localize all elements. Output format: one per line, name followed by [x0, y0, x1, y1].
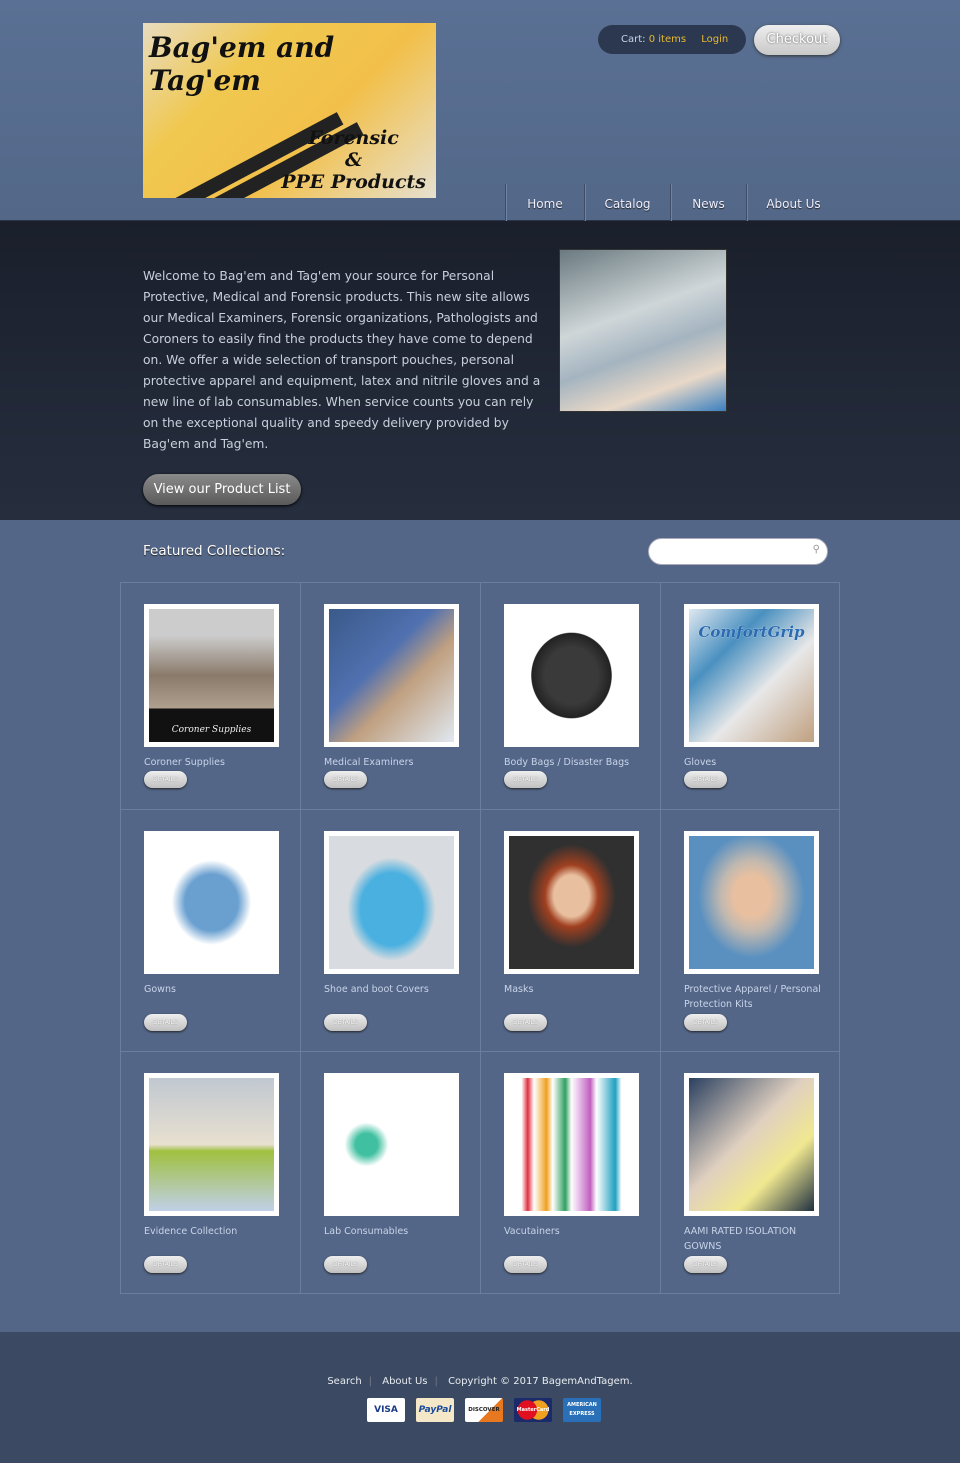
collection-name[interactable]: Protective Apparel / Personal Protection…	[684, 982, 824, 1012]
collection-item: Lab Consumables DETAILS	[300, 1052, 480, 1293]
collection-item: AAMI RATED ISOLATION GOWNS DETAILS	[660, 1052, 841, 1293]
copyright: Copyright © 2017 BagemAndTagem.	[448, 1376, 633, 1387]
details-button[interactable]: DETAILS	[504, 771, 547, 788]
cart-bar: Cart: 0 items Login	[598, 25, 746, 54]
details-button[interactable]: DETAILS	[504, 1256, 547, 1273]
footer: Search | About Us | Copyright © 2017 Bagem…	[0, 1332, 960, 1463]
collection-name[interactable]: Lab Consumables	[324, 1224, 464, 1239]
search-input[interactable]: ⚲	[648, 538, 828, 565]
collection-name[interactable]: Body Bags / Disaster Bags	[504, 755, 644, 770]
collection-image[interactable]	[504, 831, 639, 974]
footer-about-link[interactable]: About Us	[382, 1376, 427, 1387]
collection-item: ComfortGrip Gloves DETAILS	[660, 583, 841, 809]
login-link[interactable]: Login	[701, 34, 728, 45]
welcome-text: Welcome to Bag'em and Tag'em your source…	[143, 269, 541, 451]
collection-image[interactable]	[324, 831, 459, 974]
details-button[interactable]: DETAILS	[684, 771, 727, 788]
featured-title: Featured Collections:	[143, 543, 286, 559]
collections-grid: Coroner Supplies Coroner Supplies DETAIL…	[120, 582, 841, 1294]
collection-image[interactable]	[684, 831, 819, 974]
details-button[interactable]: DETAILS	[324, 1014, 367, 1031]
collections-row: Evidence Collection DETAILS Lab Consumab…	[120, 1052, 841, 1294]
logo[interactable]: Bag'em and Tag'em Forensic & PPE Products	[143, 23, 436, 198]
details-button[interactable]: DETAILS	[684, 1014, 727, 1031]
collection-image[interactable]	[324, 604, 459, 747]
details-button[interactable]: DETAILS	[324, 771, 367, 788]
collection-name[interactable]: Masks	[504, 982, 644, 997]
search-icon[interactable]: ⚲	[813, 544, 820, 555]
image-caption: Coroner Supplies	[149, 724, 274, 736]
collection-image[interactable]	[684, 1073, 819, 1216]
amex-icon: AMERICAN EXPRESS	[563, 1398, 601, 1422]
hero-image	[559, 249, 727, 412]
details-button[interactable]: DETAILS	[324, 1256, 367, 1273]
collection-item: Coroner Supplies Coroner Supplies DETAIL…	[120, 583, 300, 809]
collections-row: Coroner Supplies Coroner Supplies DETAIL…	[120, 583, 841, 810]
collection-name[interactable]: Gloves	[684, 755, 824, 770]
collection-item: Vacutainers DETAILS	[480, 1052, 660, 1293]
collection-image[interactable]	[144, 831, 279, 974]
collection-image[interactable]: ComfortGrip	[684, 604, 819, 747]
footer-search-link[interactable]: Search	[327, 1376, 361, 1387]
checkout-button[interactable]: Checkout	[754, 25, 840, 55]
collection-item: Medical Examiners DETAILS	[300, 583, 480, 809]
details-button[interactable]: DETAILS	[144, 771, 187, 788]
mastercard-icon: MasterCard	[514, 1398, 552, 1422]
nav-home[interactable]: Home	[505, 184, 584, 221]
collection-item: Protective Apparel / Personal Protection…	[660, 810, 841, 1051]
collection-name[interactable]: Gowns	[144, 982, 284, 997]
nav-news[interactable]: News	[670, 184, 746, 221]
collection-item: Body Bags / Disaster Bags DETAILS	[480, 583, 660, 809]
paypal-icon: PayPal	[416, 1398, 454, 1422]
collection-image[interactable]	[144, 1073, 279, 1216]
logo-subtitle: Forensic & PPE Products	[281, 127, 426, 193]
collection-name[interactable]: AAMI RATED ISOLATION GOWNS	[684, 1224, 824, 1254]
details-button[interactable]: DETAILS	[144, 1256, 187, 1273]
cart-items-link[interactable]: 0 items	[649, 34, 686, 45]
collection-item: Gowns DETAILS	[120, 810, 300, 1051]
image-caption: ComfortGrip	[698, 623, 805, 641]
collection-image[interactable]	[504, 604, 639, 747]
main-nav: Home Catalog News About Us	[505, 184, 840, 221]
view-product-list-button[interactable]: View our Product List	[143, 474, 301, 505]
collection-name[interactable]: Coroner Supplies	[144, 755, 284, 770]
collection-name[interactable]: Medical Examiners	[324, 755, 464, 770]
details-button[interactable]: DETAILS	[504, 1014, 547, 1031]
nav-about-us[interactable]: About Us	[746, 184, 840, 221]
details-button[interactable]: DETAILS	[684, 1256, 727, 1273]
nav-catalog[interactable]: Catalog	[584, 184, 670, 221]
collections-row: Gowns DETAILS Shoe and boot Covers DETAI…	[120, 810, 841, 1052]
visa-icon: VISA	[367, 1398, 405, 1422]
details-button[interactable]: DETAILS	[144, 1014, 187, 1031]
header: Bag'em and Tag'em Forensic & PPE Products …	[0, 0, 960, 221]
collection-item: Shoe and boot Covers DETAILS	[300, 810, 480, 1051]
collection-name[interactable]: Evidence Collection	[144, 1224, 284, 1239]
cart-label: Cart:	[621, 34, 646, 45]
collection-image[interactable]: Coroner Supplies	[144, 604, 279, 747]
collection-item: Evidence Collection DETAILS	[120, 1052, 300, 1293]
logo-title: Bag'em and Tag'em	[149, 31, 335, 97]
collection-name[interactable]: Vacutainers	[504, 1224, 644, 1239]
collection-name[interactable]: Shoe and boot Covers	[324, 982, 464, 997]
hero: Welcome to Bag'em and Tag'em your source…	[0, 221, 960, 520]
collection-image[interactable]	[324, 1073, 459, 1216]
discover-icon: DISCOVER	[465, 1398, 503, 1422]
collection-image[interactable]	[504, 1073, 639, 1216]
collection-item: Masks DETAILS	[480, 810, 660, 1051]
